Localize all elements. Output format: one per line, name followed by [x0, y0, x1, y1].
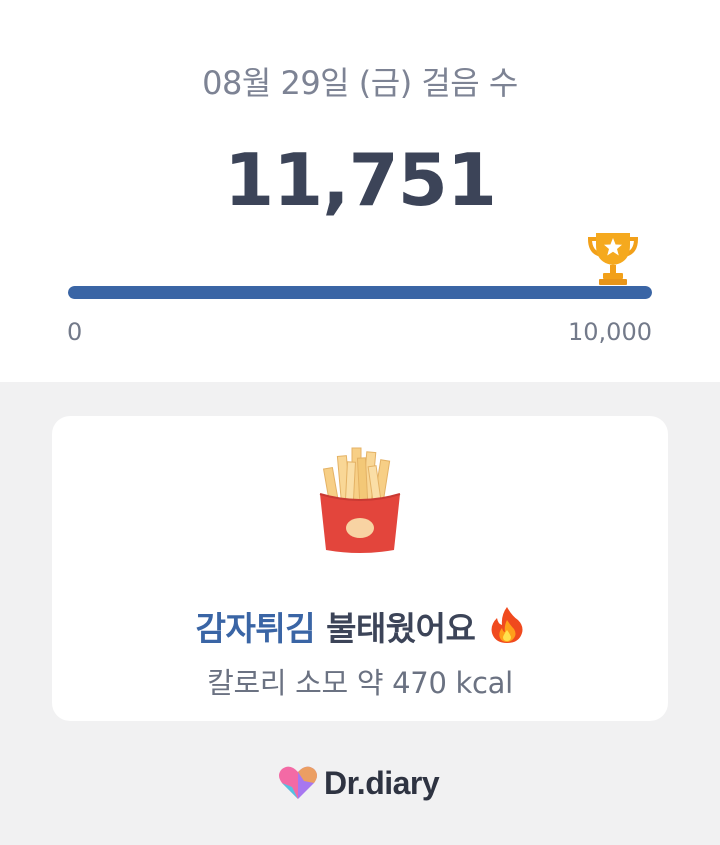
fire-icon — [491, 607, 523, 643]
burned-food-name: 감자튀김 — [195, 609, 316, 648]
step-count: 11,751 — [224, 138, 497, 222]
date-title: 08월 29일 (금) 걸음 수 — [202, 64, 518, 102]
brand-footer: Dr.diary — [278, 763, 440, 803]
french-fries-icon — [319, 447, 401, 553]
burned-food-message: 감자튀김 불태웠어요 — [52, 602, 668, 650]
brand-name: Dr.diary — [324, 764, 440, 801]
heart-logo-icon — [279, 766, 317, 799]
calorie-burn-card: 감자튀김 불태웠어요 칼로리 소모 약 470 kcal — [52, 416, 668, 721]
step-progress-bar — [68, 286, 652, 299]
calorie-burn-text: 칼로리 소모 약 470 kcal — [207, 666, 513, 700]
progress-min-label: 0 — [67, 318, 83, 346]
burned-text: 불태웠어요 — [326, 609, 476, 648]
steps-panel: 08월 29일 (금) 걸음 수 11,751 0 10,000 — [0, 0, 720, 382]
trophy-icon — [588, 233, 638, 285]
progress-goal-label: 10,000 — [568, 318, 652, 346]
step-progress-fill — [68, 286, 652, 299]
